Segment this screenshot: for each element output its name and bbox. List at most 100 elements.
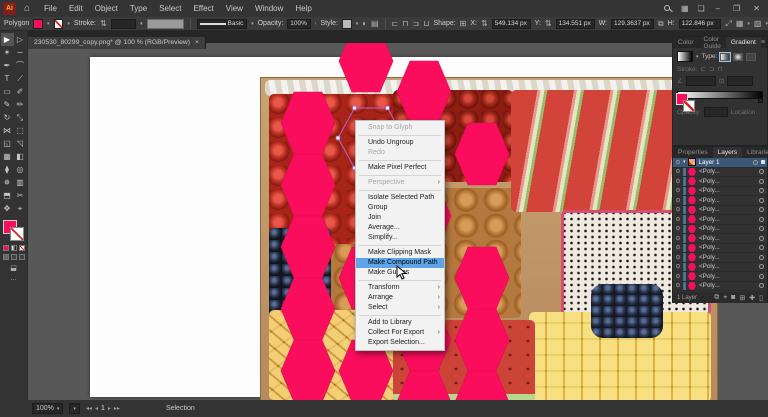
shaper-tool[interactable]: ✎ [1,98,14,111]
target-circle-icon[interactable] [759,217,764,222]
document-setup-icon[interactable]: ◐ [362,19,367,28]
perspective-grid-tool[interactable]: ◹ [14,137,27,150]
context-menu-item-arrange[interactable]: Arrange [356,293,444,303]
visibility-eye-icon[interactable]: ⊙ [673,178,683,185]
transform-caret-icon[interactable]: ▾ [747,21,750,27]
visibility-eye-icon[interactable]: ⊙ [673,197,683,204]
layer-row-polygon[interactable]: ⊙ <Poly... [673,263,767,273]
style-caret-icon[interactable]: ▾ [356,21,359,27]
visibility-eye-icon[interactable]: ⊙ [673,282,683,289]
h-input[interactable]: 122.846 px [679,19,722,29]
x-stepper-icon[interactable]: ⇅ [481,19,488,28]
object-name[interactable]: <Poly... [699,178,720,185]
new-sublayer-icon[interactable]: ⊞ [739,294,745,302]
gradient-stroke-proxy[interactable] [683,100,695,112]
visibility-eye-icon[interactable]: ⊙ [673,263,683,270]
fill-caret-icon[interactable]: ▾ [47,21,50,27]
layer-row-polygon[interactable]: ⊙<Poly... [673,168,767,178]
stroke-caret-icon[interactable]: ▾ [67,21,70,27]
close-button[interactable]: ✕ [751,4,762,13]
transform-options-icon[interactable]: ▦ [736,19,744,28]
mesh-tool[interactable]: ▦ [1,150,14,163]
visibility-eye-icon[interactable]: ⊙ [673,235,683,242]
search-icon[interactable] [664,5,672,13]
tab-color-guide[interactable]: Color Guide [699,37,726,48]
tab-color[interactable]: Color [673,37,699,48]
new-layer-icon[interactable]: ✚ [749,294,755,302]
opacity-more-icon[interactable]: › [315,21,317,27]
stroke-weight-caret-icon[interactable]: ▾ [140,21,143,27]
layer-row-polygon[interactable]: ⊙ <Poly... [673,215,767,225]
visibility-eye-icon[interactable]: ⊙ [673,187,683,194]
object-name[interactable]: <Poly... [699,216,720,223]
menu-select[interactable]: Select [153,2,187,15]
visibility-eye-icon[interactable]: ⊙ [673,273,683,280]
visibility-eye-icon[interactable]: ⊙ [673,244,683,251]
pencil-tool[interactable]: ✏ [14,98,27,111]
context-menu-item-collect-for-export[interactable]: Collect For Export [356,328,444,338]
target-circle-icon[interactable] [759,236,764,241]
scale-tool[interactable]: ⤡ [14,111,27,124]
layer-row-polygon[interactable]: ⊙ <Poly... [673,177,767,187]
none-mode-button[interactable] [19,245,25,251]
object-name[interactable]: <Poly... [699,235,720,242]
symbol-sprayer-tool[interactable]: ✵ [1,176,14,189]
visibility-eye-icon[interactable]: ⊙ [673,206,683,213]
menu-edit[interactable]: Edit [63,2,89,15]
target-circle-icon[interactable] [759,226,764,231]
object-name[interactable]: <Poly... [699,273,720,280]
object-name[interactable]: <Poly... [699,244,720,251]
zoom-tool[interactable]: ⌖ [14,202,27,215]
type-tool[interactable]: T [1,72,14,85]
layer-name[interactable]: Layer 1 [699,159,720,166]
layer-row-polygon[interactable]: ⊙<Poly... [673,253,767,263]
target-circle-icon[interactable] [759,207,764,212]
target-circle-icon[interactable] [759,255,764,260]
workspace-grid-icon[interactable]: ▦ [681,4,689,13]
rectangle-tool[interactable]: ▭ [1,85,14,98]
hand-tool[interactable]: ✥ [1,202,14,215]
freeform-gradient-button[interactable] [746,53,756,61]
context-menu-item-simplify[interactable]: Simplify... [356,233,444,243]
visibility-eye-icon[interactable]: ⊙ [673,159,683,166]
visibility-eye-icon[interactable]: ⊙ [673,225,683,232]
tab-close-icon[interactable]: × [195,39,199,46]
object-name[interactable]: <Poly... [699,263,720,270]
make-mask-icon[interactable]: ◙ [731,294,735,302]
stroke-stepper-icon[interactable]: ⇅ [100,19,107,28]
gradient-thumb-caret-icon[interactable]: ▾ [696,54,699,60]
last-artboard-icon[interactable]: ▸▸ [114,405,120,412]
context-menu-item-export-selection[interactable]: Export Selection... [356,338,444,348]
w-input[interactable]: 129.3637 px [611,19,654,29]
gradient-thumbnail[interactable] [677,51,693,62]
preferences-icon[interactable]: ▤ [371,19,379,28]
object-name[interactable]: <Poly... [699,168,720,175]
paintbrush-tool[interactable]: ✐ [14,85,27,98]
eyedropper-tool[interactable]: ⧫ [1,163,14,176]
tab-libraries[interactable]: Libraries [742,147,768,158]
width-tool[interactable]: ⋈ [1,124,14,137]
home-icon[interactable]: ⌂ [24,3,30,14]
target-circle-icon[interactable] [753,160,758,165]
gradient-tool[interactable]: ◧ [14,150,27,163]
object-name[interactable]: <Poly... [699,206,720,213]
scale-corners-icon[interactable]: ⤢ [725,19,731,29]
free-transform-tool[interactable]: ⬚ [14,124,27,137]
first-artboard-icon[interactable]: ◂◂ [86,405,92,412]
target-circle-icon[interactable] [759,274,764,279]
blend-tool[interactable]: ◎ [14,163,27,176]
context-menu-item-group[interactable]: Group [356,203,444,213]
prev-artboard-icon[interactable]: ◂ [95,405,98,412]
reference-point-icon[interactable]: ⊞ [460,19,467,28]
context-menu-item-add-to-library[interactable]: Add to Library [356,318,444,328]
layer-row-polygon[interactable]: ⊙ <Poly... [673,272,767,282]
object-name[interactable]: <Poly... [699,225,720,232]
visibility-eye-icon[interactable]: ⊙ [673,216,683,223]
artboard-nav-dropdown[interactable]: ▾ [69,403,80,414]
context-menu-item-make-clipping-mask[interactable]: Make Clipping Mask [356,248,444,258]
layer-row-layer-1[interactable]: ⊙▾Layer 1 [673,158,767,168]
tab-gradient[interactable]: Gradient [726,37,761,48]
radial-gradient-button[interactable] [733,53,743,61]
column-graph-tool[interactable]: ▥ [14,176,27,189]
brush-dropdown[interactable]: Basic [197,19,248,29]
